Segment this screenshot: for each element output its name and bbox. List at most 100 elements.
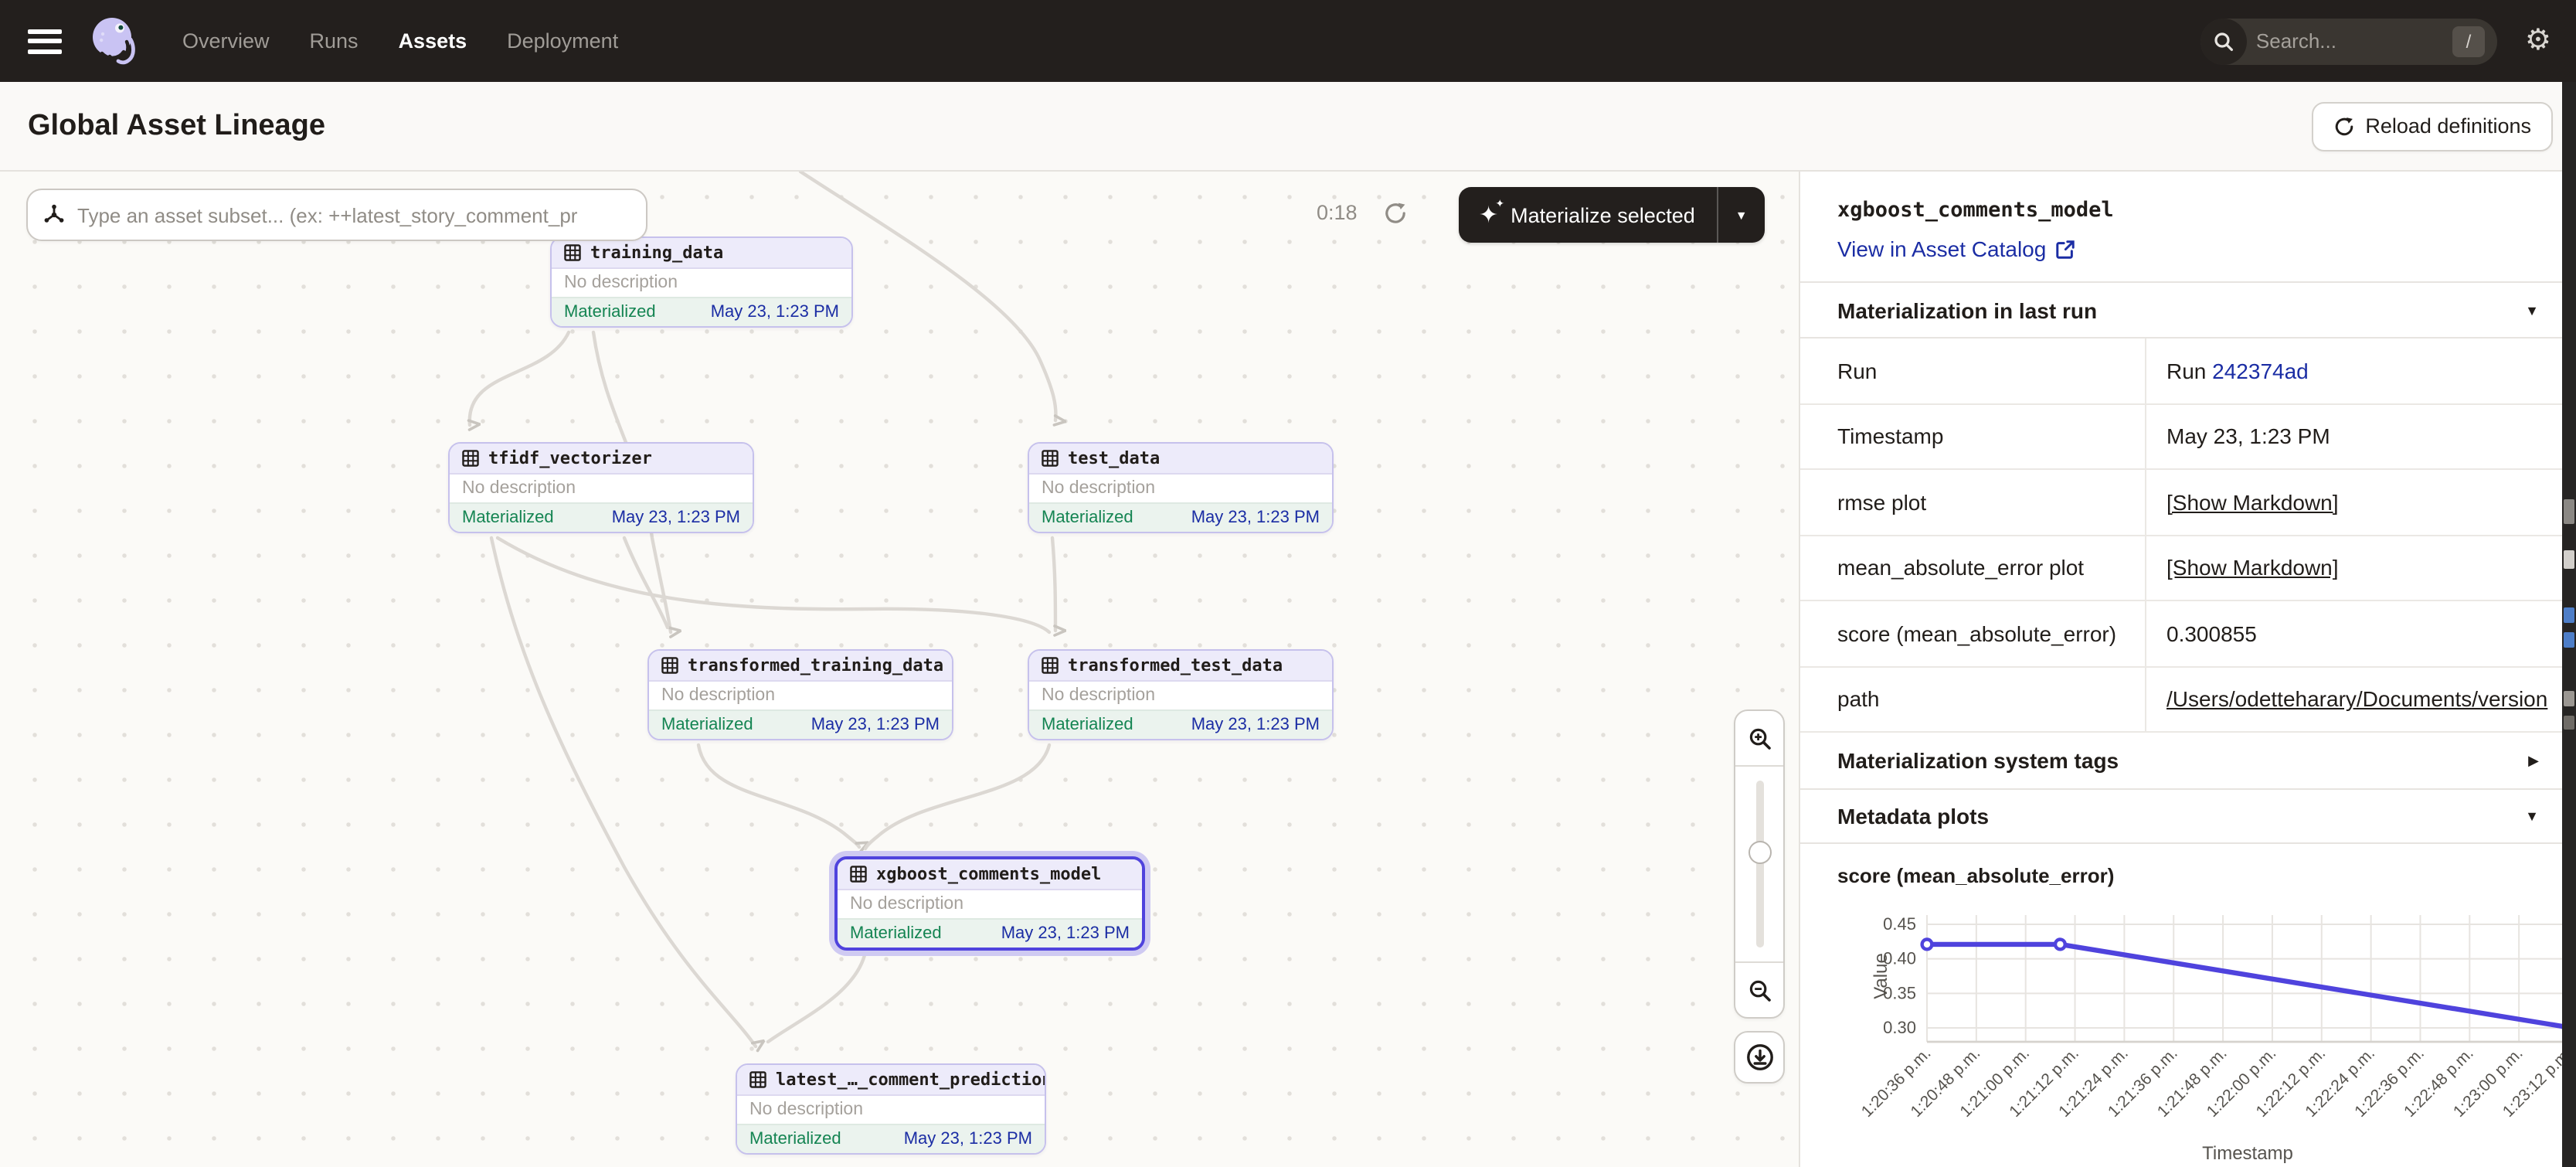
asset-status: Materialized	[1042, 716, 1133, 734]
hamburger-menu-icon[interactable]	[28, 29, 62, 53]
dagster-logo[interactable]	[87, 13, 139, 69]
row-label: mean_absolute_error plot	[1800, 536, 2146, 600]
asset-name: latest_…_comment_predictions	[776, 1070, 1046, 1090]
asset-node-test-data[interactable]: test_data No description MaterializedMay…	[1028, 442, 1334, 533]
zoom-in-button[interactable]	[1735, 711, 1783, 767]
svg-text:Timestamp: Timestamp	[2202, 1143, 2293, 1164]
asset-timestamp: May 23, 1:23 PM	[1001, 924, 1130, 943]
row-value: Run 242374ad	[2146, 339, 2576, 403]
section-label: Materialization in last run	[1837, 298, 2097, 322]
asset-description: No description	[737, 1096, 1045, 1124]
nav-right: / ⚙	[2200, 18, 2551, 64]
zoom-slider[interactable]	[1735, 767, 1783, 961]
search-box[interactable]: /	[2200, 18, 2497, 64]
asset-details-panel: xgboost_comments_model View in Asset Cat…	[1800, 172, 2576, 1167]
dagster-app: Overview Runs Assets Deployment / ⚙ Glob…	[0, 0, 2576, 1167]
zoom-slider-track[interactable]	[1755, 781, 1763, 948]
window-edge-strip	[2562, 82, 2576, 1167]
reload-definitions-button[interactable]: Reload definitions	[2311, 101, 2553, 151]
reload-label: Reload definitions	[2365, 114, 2531, 138]
refresh-icon[interactable]	[1383, 201, 1408, 226]
asset-description: No description	[838, 890, 1142, 918]
asset-timestamp: May 23, 1:23 PM	[711, 303, 839, 322]
table-row: path /Users/odetteharary/Documents/versi…	[1800, 667, 2576, 733]
asset-description: No description	[649, 682, 952, 709]
section-label: Metadata plots	[1837, 804, 1989, 828]
asset-node-transformed-training-data[interactable]: transformed_training_data No description…	[647, 649, 953, 740]
asset-graph-canvas[interactable]: training_data No description Materialize…	[0, 172, 1800, 1167]
materialize-label: Materialize selected	[1511, 203, 1695, 226]
search-input[interactable]	[2256, 29, 2426, 53]
score-line-chart: 0.450.400.350.301:20:36 p.m.1:20:48 p.m.…	[1800, 887, 2576, 1167]
asset-timestamp: May 23, 1:23 PM	[1191, 509, 1320, 527]
asset-timestamp: May 23, 1:23 PM	[1191, 716, 1320, 734]
table-icon	[661, 657, 678, 674]
table-row: Timestamp May 23, 1:23 PM	[1800, 404, 2576, 470]
asset-status: Materialized	[1042, 509, 1133, 527]
row-label: Timestamp	[1800, 404, 2146, 468]
row-label: Run	[1800, 339, 2146, 403]
materialize-selected-button[interactable]: ✦ Materialize selected ▼	[1459, 187, 1765, 243]
row-value: [Show Markdown]	[2146, 536, 2576, 600]
svg-text:0.30: 0.30	[1883, 1018, 1916, 1037]
asset-node-tfidf-vectorizer[interactable]: tfidf_vectorizer No description Material…	[448, 442, 754, 533]
nav-item-overview[interactable]: Overview	[182, 29, 270, 53]
row-label: score (mean_absolute_error)	[1800, 601, 2146, 665]
zoom-slider-handle[interactable]	[1748, 841, 1771, 864]
asset-description: No description	[552, 269, 851, 297]
table-row: mean_absolute_error plot [Show Markdown]	[1800, 536, 2576, 601]
catalog-link-label: View in Asset Catalog	[1837, 236, 2046, 261]
zoom-out-button[interactable]	[1735, 961, 1783, 1017]
asset-node-training-data[interactable]: training_data No description Materialize…	[550, 236, 853, 328]
refresh-timer: 0:18	[1317, 201, 1358, 224]
path-link[interactable]: /Users/odetteharary/Documents/version	[2166, 687, 2547, 712]
table-icon	[564, 244, 581, 261]
chevron-down-icon: ▼	[2525, 302, 2539, 318]
reload-icon	[2333, 115, 2354, 137]
view-in-asset-catalog-link[interactable]: View in Asset Catalog	[1837, 236, 2539, 261]
asset-name: transformed_training_data	[688, 655, 943, 675]
asset-filter-bar[interactable]	[26, 189, 647, 241]
sparkle-icon: ✦	[1479, 203, 1498, 226]
show-markdown-link[interactable]: [Show Markdown]	[2166, 556, 2339, 580]
row-value: 0.300855	[2146, 601, 2576, 665]
table-icon	[462, 450, 479, 467]
asset-name: transformed_test_data	[1068, 655, 1283, 675]
table-icon	[1042, 657, 1059, 674]
run-id-link[interactable]: 242374ad	[2212, 359, 2309, 383]
metadata-plot-title: score (mean_absolute_error)	[1800, 844, 2576, 887]
settings-gear-icon[interactable]: ⚙	[2525, 26, 2551, 56]
section-materialization-last-run[interactable]: Materialization in last run ▼	[1800, 283, 2576, 339]
svg-text:Value: Value	[1871, 953, 1891, 999]
chevron-down-icon: ▼	[2525, 808, 2539, 824]
materialize-dropdown-caret[interactable]: ▼	[1718, 208, 1765, 222]
table-row: Run Run 242374ad	[1800, 339, 2576, 404]
section-metadata-plots[interactable]: Metadata plots ▼	[1800, 790, 2576, 844]
search-shortcut-badge: /	[2452, 26, 2485, 56]
nav-item-runs[interactable]: Runs	[310, 29, 359, 53]
asset-timestamp: May 23, 1:23 PM	[612, 509, 740, 527]
asset-subset-input[interactable]	[77, 203, 630, 226]
row-value: [Show Markdown]	[2146, 470, 2576, 534]
nav-item-deployment[interactable]: Deployment	[507, 29, 618, 53]
show-markdown-link[interactable]: [Show Markdown]	[2166, 490, 2339, 515]
asset-graph-icon	[43, 204, 65, 226]
asset-timestamp: May 23, 1:23 PM	[904, 1130, 1032, 1148]
selected-asset-title: xgboost_comments_model	[1837, 198, 2539, 223]
row-value: May 23, 1:23 PM	[2146, 404, 2576, 468]
download-image-button[interactable]	[1734, 1031, 1785, 1084]
asset-node-latest-comment-predictions[interactable]: latest_…_comment_predictions No descript…	[736, 1063, 1046, 1155]
table-icon	[749, 1071, 766, 1088]
asset-name: tfidf_vectorizer	[488, 448, 652, 468]
svg-text:0.45: 0.45	[1883, 914, 1916, 934]
table-icon	[1042, 450, 1059, 467]
table-row: rmse plot [Show Markdown]	[1800, 470, 2576, 536]
asset-description: No description	[1029, 475, 1332, 502]
asset-node-transformed-test-data[interactable]: transformed_test_data No description Mat…	[1028, 649, 1334, 740]
nav-item-assets[interactable]: Assets	[399, 29, 467, 53]
asset-description: No description	[450, 475, 753, 502]
section-materialization-system-tags[interactable]: Materialization system tags ▶	[1800, 733, 2576, 790]
run-prefix: Run	[2166, 359, 2206, 383]
chevron-right-icon: ▶	[2528, 752, 2539, 769]
asset-node-xgboost-comments-model[interactable]: xgboost_comments_model No description Ma…	[834, 856, 1145, 951]
